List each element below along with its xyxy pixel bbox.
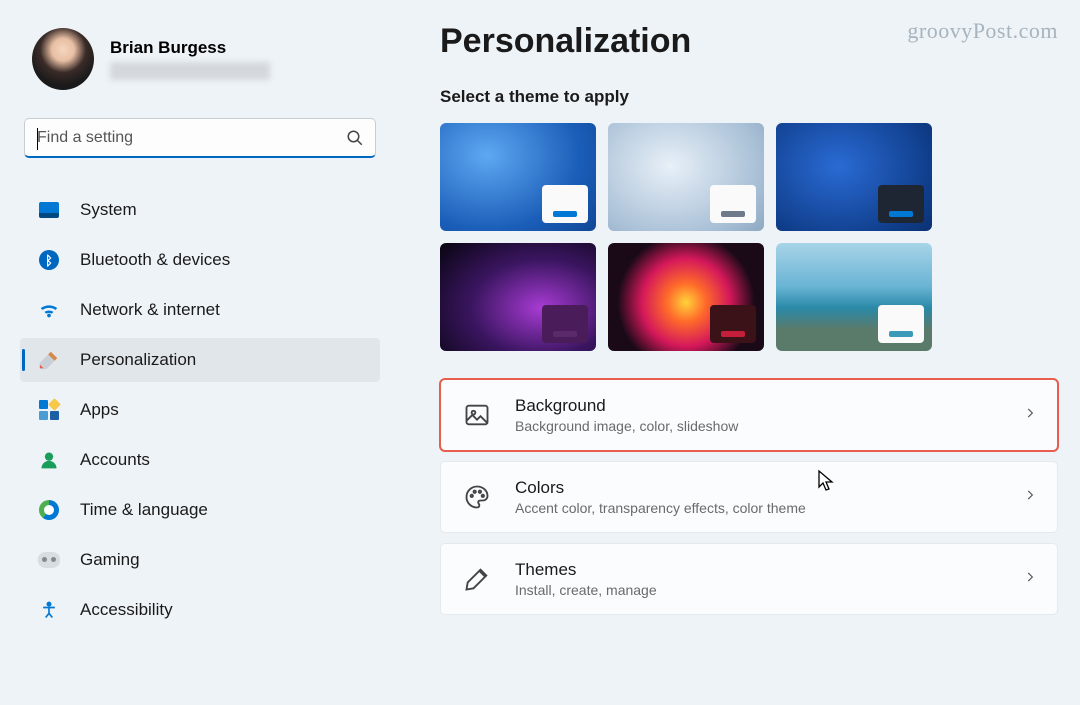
theme-section-label: Select a theme to apply	[440, 87, 1058, 107]
wifi-icon	[38, 299, 60, 321]
system-icon	[38, 199, 60, 221]
main-content: Personalization Select a theme to apply …	[400, 0, 1080, 705]
image-icon	[463, 401, 491, 429]
user-email-redacted	[110, 62, 270, 80]
option-subtitle: Install, create, manage	[515, 582, 999, 598]
themes-grid	[440, 123, 1058, 351]
palette-icon	[463, 483, 491, 511]
nav-item-gaming[interactable]: Gaming	[20, 538, 380, 582]
option-title: Background	[515, 396, 999, 416]
paintbrush-icon	[38, 349, 60, 371]
user-name: Brian Burgess	[110, 38, 270, 58]
nav-label: System	[80, 200, 137, 220]
theme-tile[interactable]	[440, 123, 596, 231]
nav-item-apps[interactable]: Apps	[20, 388, 380, 432]
sidebar: Brian Burgess System ᛒ Bluetooth & devic…	[0, 0, 400, 705]
nav-label: Personalization	[80, 350, 196, 370]
nav-label: Apps	[80, 400, 119, 420]
nav-item-personalization[interactable]: Personalization	[20, 338, 380, 382]
user-account-block[interactable]: Brian Burgess	[18, 20, 382, 108]
watermark: groovyPost.com	[907, 18, 1058, 44]
option-background[interactable]: Background Background image, color, slid…	[440, 379, 1058, 451]
bluetooth-icon: ᛒ	[38, 249, 60, 271]
theme-preview-icon	[542, 185, 588, 223]
option-subtitle: Accent color, transparency effects, colo…	[515, 500, 999, 516]
option-colors[interactable]: Colors Accent color, transparency effect…	[440, 461, 1058, 533]
search-icon	[335, 129, 375, 147]
nav-item-bluetooth[interactable]: ᛒ Bluetooth & devices	[20, 238, 380, 282]
theme-preview-icon	[710, 305, 756, 343]
apps-icon	[38, 399, 60, 421]
theme-tile[interactable]	[776, 123, 932, 231]
option-subtitle: Background image, color, slideshow	[515, 418, 999, 434]
search-box[interactable]	[24, 118, 376, 158]
theme-tile[interactable]	[608, 243, 764, 351]
time-language-icon	[38, 499, 60, 521]
option-title: Themes	[515, 560, 999, 580]
theme-preview-icon	[878, 305, 924, 343]
theme-tile[interactable]	[776, 243, 932, 351]
accounts-icon	[38, 449, 60, 471]
nav-item-time-language[interactable]: Time & language	[20, 488, 380, 532]
avatar	[32, 28, 94, 90]
nav-label: Network & internet	[80, 300, 220, 320]
nav-label: Bluetooth & devices	[80, 250, 230, 270]
options-list: Background Background image, color, slid…	[440, 379, 1058, 615]
nav-label: Gaming	[80, 550, 140, 570]
option-title: Colors	[515, 478, 999, 498]
nav-label: Accessibility	[80, 600, 173, 620]
search-input[interactable]	[25, 129, 335, 147]
nav-item-network[interactable]: Network & internet	[20, 288, 380, 332]
nav-item-accessibility[interactable]: Accessibility	[20, 588, 380, 632]
nav-label: Time & language	[80, 500, 208, 520]
nav-label: Accounts	[80, 450, 150, 470]
chevron-right-icon	[1023, 488, 1037, 507]
theme-tile[interactable]	[440, 243, 596, 351]
nav-item-accounts[interactable]: Accounts	[20, 438, 380, 482]
theme-preview-icon	[710, 185, 756, 223]
chevron-right-icon	[1023, 406, 1037, 425]
brush-icon	[463, 565, 491, 593]
chevron-right-icon	[1023, 570, 1037, 589]
nav-list: System ᛒ Bluetooth & devices Network & i…	[18, 188, 382, 632]
theme-preview-icon	[542, 305, 588, 343]
gaming-icon	[38, 549, 60, 571]
option-themes[interactable]: Themes Install, create, manage	[440, 543, 1058, 615]
theme-preview-icon	[878, 185, 924, 223]
theme-tile[interactable]	[608, 123, 764, 231]
accessibility-icon	[38, 599, 60, 621]
nav-item-system[interactable]: System	[20, 188, 380, 232]
